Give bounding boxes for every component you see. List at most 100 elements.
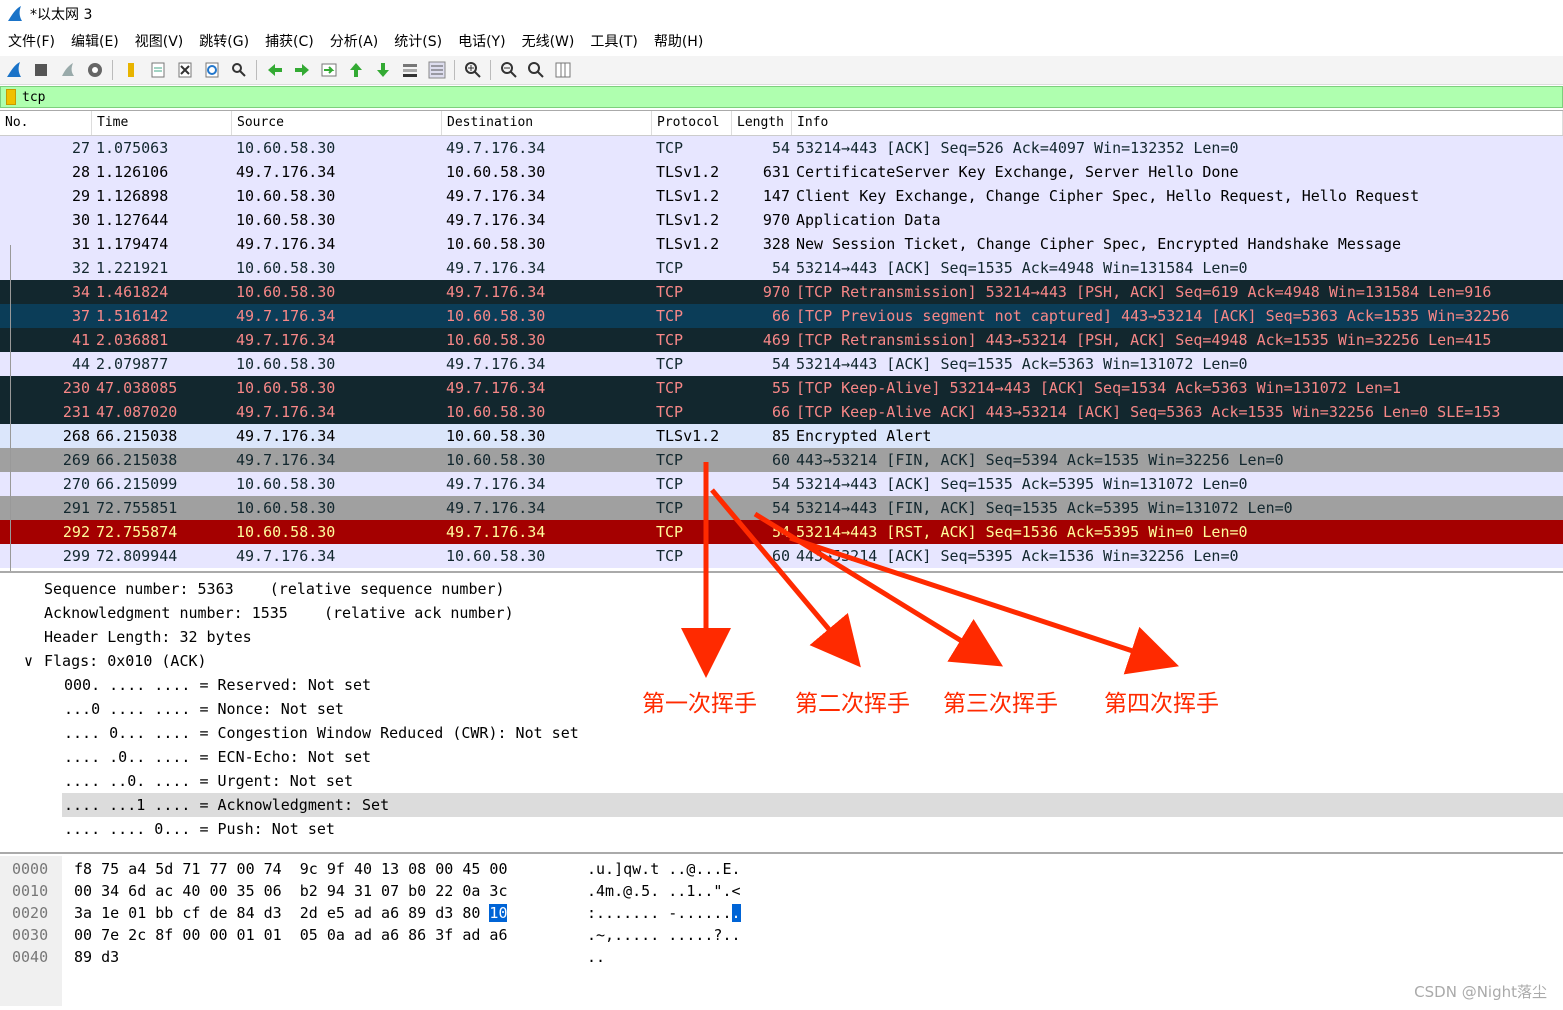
packet-protocol: TCP: [656, 331, 684, 349]
packet-row[interactable]: 292 72.755874 10.60.58.30 49.7.176.34 TCP 54 5…: [0, 520, 1563, 544]
open-file-icon[interactable]: [120, 59, 142, 81]
packet-destination: 49.7.176.34: [446, 211, 546, 229]
column-header-length[interactable]: Length: [732, 111, 792, 135]
first-packet-icon[interactable]: [345, 59, 367, 81]
restart-icon[interactable]: [57, 59, 79, 81]
options-gear-icon[interactable]: [84, 59, 106, 81]
packet-row[interactable]: 268 66.215038 49.7.176.34 10.60.58.30 TLSv1.…: [0, 424, 1563, 448]
column-header-protocol[interactable]: Protocol: [652, 111, 732, 135]
packet-time: 66.215038: [96, 451, 178, 469]
menu-item[interactable]: 统计(S): [386, 31, 450, 51]
stop-icon[interactable]: [30, 59, 52, 81]
close-file-icon[interactable]: [174, 59, 196, 81]
bookmark-icon[interactable]: [6, 89, 16, 105]
packet-time: 72.755874: [96, 523, 178, 541]
hex-bytes[interactable]: 00 7e 2c 8f 00 00 01 01 05 0a ad a6 86 3…: [74, 924, 507, 946]
column-header-time[interactable]: Time: [92, 111, 232, 135]
column-header-no[interactable]: No.: [0, 111, 92, 135]
packet-length: 85: [771, 427, 790, 445]
chevron-down-icon[interactable]: ∨: [24, 649, 33, 673]
detail-line[interactable]: .... ..0. .... = Urgent: Not set: [64, 769, 353, 793]
column-header-info[interactable]: Info: [792, 111, 1563, 135]
autoscroll-icon[interactable]: [399, 59, 421, 81]
menu-item[interactable]: 编辑(E): [63, 31, 127, 51]
packet-row[interactable]: 41 2.036881 49.7.176.34 10.60.58.30 TCP 469 [T…: [0, 328, 1563, 352]
zoom-out-icon[interactable]: [498, 59, 520, 81]
save-file-icon[interactable]: [147, 59, 169, 81]
hex-bytes-text: 3a 1e 01 bb cf de 84 d3 2d e5 ad a6 89 d…: [74, 904, 490, 922]
detail-line[interactable]: .... 0... .... = Congestion Window Reduc…: [64, 721, 579, 745]
zoom-normal-icon[interactable]: [525, 59, 547, 81]
menu-item[interactable]: 无线(W): [514, 31, 583, 51]
hex-ascii[interactable]: .4m.@.5. ..1..".<: [587, 880, 741, 902]
hex-selected-ascii[interactable]: .: [731, 904, 741, 922]
detail-line[interactable]: Sequence number: 5363 (relative sequence…: [44, 577, 505, 601]
menu-item[interactable]: 捕获(C): [257, 31, 322, 51]
menu-item[interactable]: 分析(A): [322, 31, 387, 51]
packet-source: 10.60.58.30: [236, 259, 336, 277]
packet-row[interactable]: 231 47.087020 49.7.176.34 10.60.58.30 TCP 66 […: [0, 400, 1563, 424]
packet-row[interactable]: 34 1.461824 10.60.58.30 49.7.176.34 TCP 970 [T…: [0, 280, 1563, 304]
packet-row[interactable]: 299 72.809944 49.7.176.34 10.60.58.30 TCP 60 4…: [0, 544, 1563, 568]
hex-bytes[interactable]: 89 d3: [74, 946, 119, 968]
column-header-source[interactable]: Source: [232, 111, 442, 135]
packet-row[interactable]: 44 2.079877 10.60.58.30 49.7.176.34 TCP 54 532…: [0, 352, 1563, 376]
zoom-in-icon[interactable]: [462, 59, 484, 81]
packet-row[interactable]: 37 1.516142 49.7.176.34 10.60.58.30 TCP 66 [TC…: [0, 304, 1563, 328]
hex-bytes[interactable]: 3a 1e 01 bb cf de 84 d3 2d e5 ad a6 89 d…: [74, 902, 508, 924]
hex-ascii[interactable]: :....... -.......: [587, 902, 741, 924]
column-header-destination[interactable]: Destination: [442, 111, 652, 135]
go-forward-icon[interactable]: [291, 59, 313, 81]
detail-line[interactable]: 000. .... .... = Reserved: Not set: [64, 673, 371, 697]
packet-row[interactable]: 30 1.127644 10.60.58.30 49.7.176.34 TLSv1.2 9…: [0, 208, 1563, 232]
hex-offset: 0010: [12, 882, 49, 900]
packet-destination: 49.7.176.34: [446, 523, 546, 541]
detail-line[interactable]: .... .0.. .... = ECN-Echo: Not set: [64, 745, 371, 769]
detail-line-selected[interactable]: .... ...1 .... = Acknowledgment: Set: [64, 793, 389, 817]
hex-bytes[interactable]: 00 34 6d ac 40 00 35 06 b2 94 31 07 b0 2…: [74, 880, 507, 902]
menu-item[interactable]: 视图(V): [127, 31, 192, 51]
hex-ascii[interactable]: .u.]qw.t ..@...E.: [587, 858, 741, 880]
packet-source: 10.60.58.30: [236, 499, 336, 517]
reload-icon[interactable]: [201, 59, 223, 81]
packet-list[interactable]: No. Time Source Destination Protocol Length In…: [0, 110, 1563, 573]
packet-destination: 10.60.58.30: [446, 163, 546, 181]
menu-item[interactable]: 工具(T): [582, 31, 645, 51]
menu-item[interactable]: 帮助(H): [646, 31, 711, 51]
packet-time: 47.087020: [96, 403, 178, 421]
packet-row[interactable]: 32 1.221921 10.60.58.30 49.7.176.34 TCP 54 532…: [0, 256, 1563, 280]
shark-fin-start-icon[interactable]: [3, 59, 25, 81]
detail-line[interactable]: Acknowledgment number: 1535 (relative ac…: [44, 601, 514, 625]
menu-item[interactable]: 跳转(G): [191, 31, 257, 51]
hex-offset: 0040: [12, 948, 49, 966]
packet-row[interactable]: 27 1.075063 10.60.58.30 49.7.176.34 TCP 54 532…: [0, 136, 1563, 160]
hex-bytes[interactable]: f8 75 a4 5d 71 77 00 74 9c 9f 40 13 08 0…: [74, 858, 507, 880]
toolbar-separator: [112, 60, 113, 80]
find-icon[interactable]: [228, 59, 250, 81]
packet-row[interactable]: 291 72.755851 10.60.58.30 49.7.176.34 TCP 54 5…: [0, 496, 1563, 520]
hex-ascii[interactable]: ..: [587, 946, 605, 968]
packet-bytes-pane[interactable]: 0000 0010 0020 0030 0040 f8 75 a4 5d 71 77 0…: [0, 856, 1563, 1006]
packet-row[interactable]: 31 1.179474 49.7.176.34 10.60.58.30 TLSv1.2 3…: [0, 232, 1563, 256]
go-back-icon[interactable]: [264, 59, 286, 81]
menu-item[interactable]: 电话(Y): [450, 31, 513, 51]
hex-ascii[interactable]: .~,..... .....?..: [587, 924, 741, 946]
colorize-icon[interactable]: [426, 59, 448, 81]
detail-line[interactable]: Flags: 0x010 (ACK): [44, 649, 207, 673]
go-to-packet-icon[interactable]: [318, 59, 340, 81]
detail-line[interactable]: Header Length: 32 bytes: [44, 625, 252, 649]
last-packet-icon[interactable]: [372, 59, 394, 81]
menu-item[interactable]: 文件(F): [0, 31, 63, 51]
packet-row[interactable]: 269 66.215038 49.7.176.34 10.60.58.30 TCP 60 4…: [0, 448, 1563, 472]
packet-row[interactable]: 270 66.215099 10.60.58.30 49.7.176.34 TCP 54 5…: [0, 472, 1563, 496]
packet-row[interactable]: 230 47.038085 10.60.58.30 49.7.176.34 TCP 55 […: [0, 376, 1563, 400]
hex-selected-byte[interactable]: 10: [489, 904, 508, 922]
resize-columns-icon[interactable]: [552, 59, 574, 81]
display-filter-bar[interactable]: tcp: [0, 86, 1563, 108]
packet-row[interactable]: 28 1.126106 49.7.176.34 10.60.58.30 TLSv1.2 6…: [0, 160, 1563, 184]
detail-line[interactable]: .... .... 0... = Push: Not set: [64, 817, 335, 841]
packet-details-pane[interactable]: Sequence number: 5363 (relative sequence…: [0, 574, 1563, 854]
display-filter-input[interactable]: tcp: [22, 90, 45, 105]
packet-row[interactable]: 29 1.126898 10.60.58.30 49.7.176.34 TLSv1.2 1…: [0, 184, 1563, 208]
detail-line[interactable]: ...0 .... .... = Nonce: Not set: [64, 697, 344, 721]
